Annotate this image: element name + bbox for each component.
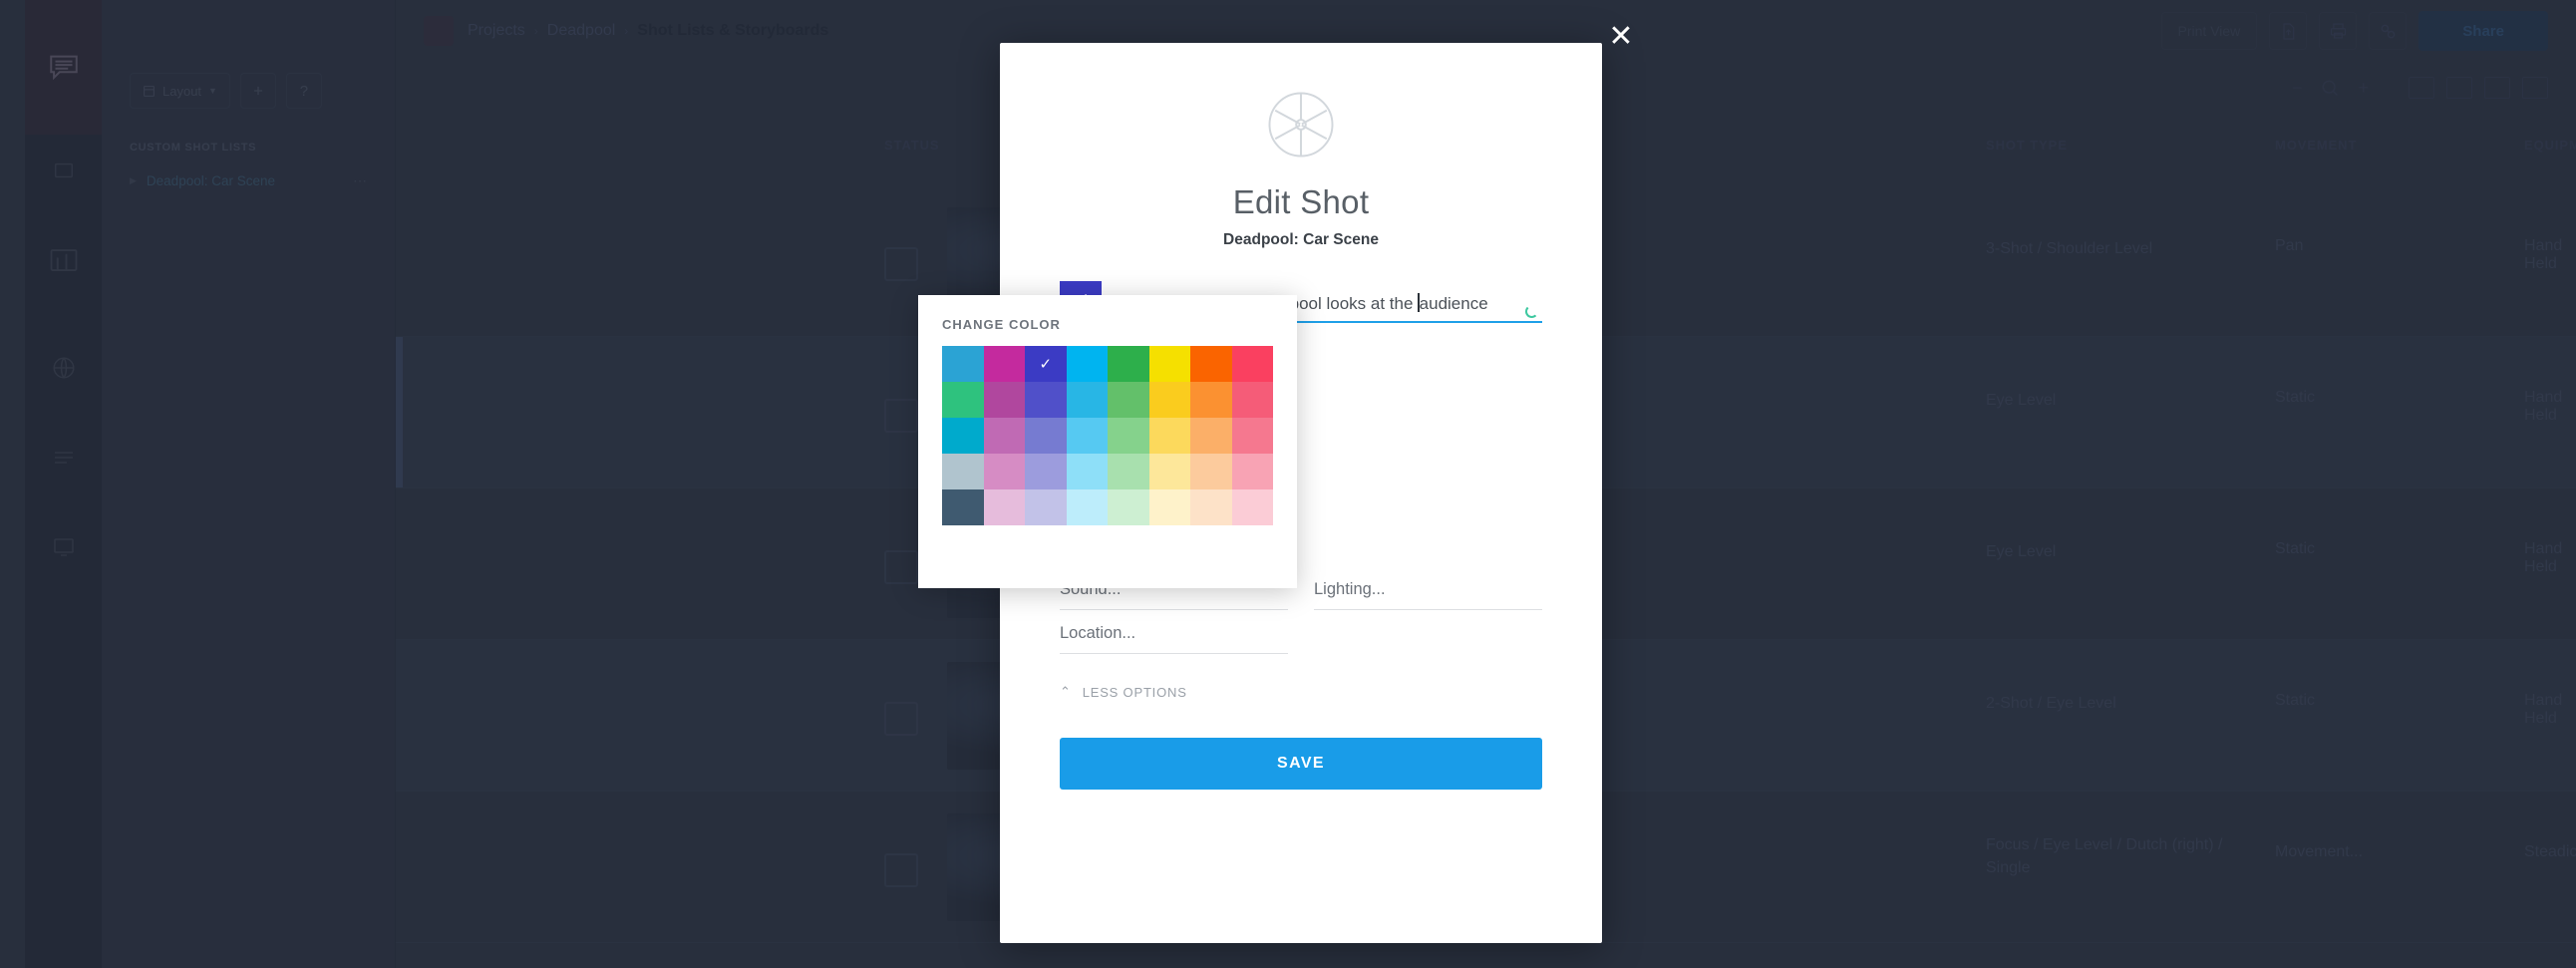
aperture-icon [1268,92,1334,158]
color-swatch-38[interactable] [1190,489,1232,525]
color-swatch-39[interactable] [1231,489,1273,525]
color-swatch-32[interactable] [942,489,984,525]
application-window: Layout ▼ ? CUSTOM SHOT LISTS ▶ Deadpool:… [0,0,2576,968]
color-swatch-17[interactable] [983,418,1025,454]
color-swatch-grid: ✓ [942,346,1273,525]
color-swatch-8[interactable] [942,382,984,418]
color-swatch-4[interactable] [1108,346,1149,382]
color-swatch-14[interactable] [1190,382,1232,418]
color-swatch-21[interactable] [1148,418,1190,454]
color-swatch-15[interactable] [1231,382,1273,418]
color-swatch-1[interactable] [983,346,1025,382]
lighting-field[interactable]: Lighting... [1314,566,1542,610]
color-swatch-28[interactable] [1108,454,1149,489]
location-placeholder: Location... [1060,624,1136,642]
color-swatch-34[interactable] [1025,489,1067,525]
change-color-title: CHANGE COLOR [942,317,1061,332]
color-swatch-20[interactable] [1108,418,1149,454]
color-swatch-3[interactable] [1066,346,1108,382]
color-swatch-27[interactable] [1066,454,1108,489]
page-title: Edit Shot [1232,183,1370,220]
color-swatch-6[interactable] [1190,346,1232,382]
location-field[interactable]: Location... [1060,610,1288,654]
save-button[interactable]: SAVE [1060,738,1542,790]
color-swatch-35[interactable] [1066,489,1108,525]
color-swatch-23[interactable] [1231,418,1273,454]
color-swatch-11[interactable] [1066,382,1108,418]
close-icon[interactable]: ✕ [1605,22,1637,54]
color-swatch-10[interactable] [1025,382,1067,418]
color-swatch-13[interactable] [1148,382,1190,418]
color-swatch-24[interactable] [942,454,984,489]
color-swatch-9[interactable] [983,382,1025,418]
modal-subtitle: Deadpool: Car Scene [1223,231,1379,248]
shot-name-after: audience [1419,294,1488,313]
color-swatch-30[interactable] [1190,454,1232,489]
lighting-placeholder: Lighting... [1314,580,1386,598]
color-swatch-25[interactable] [983,454,1025,489]
color-swatch-36[interactable] [1108,489,1149,525]
less-options-label: LESS OPTIONS [1082,684,1187,700]
color-swatch-5[interactable] [1148,346,1190,382]
color-swatch-22[interactable] [1190,418,1232,454]
color-swatch-33[interactable] [983,489,1025,525]
color-swatch-0[interactable] [942,346,984,382]
color-swatch-7[interactable] [1231,346,1273,382]
color-swatch-29[interactable] [1148,454,1190,489]
color-picker-popover: CHANGE COLOR ✓ [918,295,1297,588]
check-icon: ✓ [1039,356,1053,373]
color-swatch-31[interactable] [1231,454,1273,489]
color-swatch-37[interactable] [1148,489,1190,525]
color-swatch-18[interactable] [1025,418,1067,454]
color-swatch-26[interactable] [1025,454,1067,489]
color-swatch-19[interactable] [1066,418,1108,454]
color-swatch-16[interactable] [942,418,984,454]
color-swatch-2[interactable]: ✓ [1025,346,1067,382]
chevron-up-icon: ⌃ [1060,684,1072,699]
color-swatch-12[interactable] [1108,382,1149,418]
spinner-icon [1525,305,1538,318]
less-options-toggle[interactable]: ⌃ LESS OPTIONS [1060,684,1542,700]
